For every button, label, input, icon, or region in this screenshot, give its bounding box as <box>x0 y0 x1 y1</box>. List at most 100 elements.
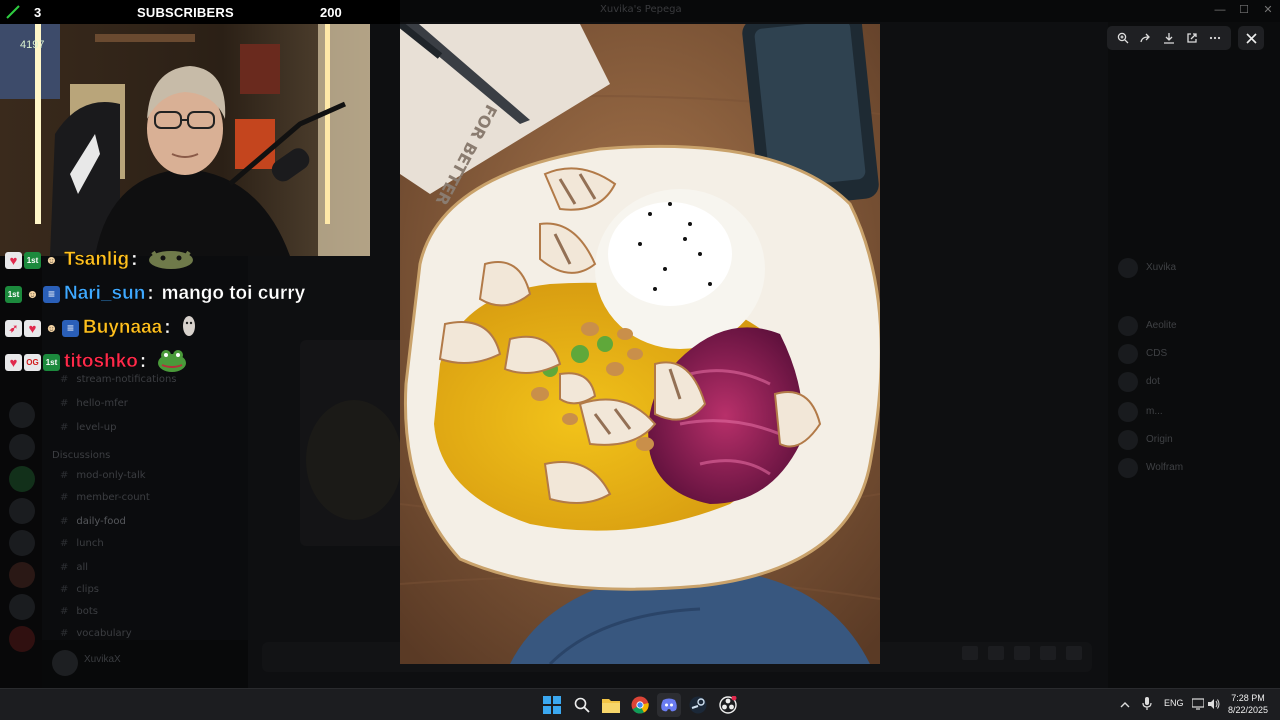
chat-colon: : <box>139 351 147 372</box>
heart-badge-icon: ♥ <box>5 251 22 269</box>
microphone-icon[interactable] <box>1142 697 1152 716</box>
og-badge-icon: OG <box>24 353 41 371</box>
user-panel: XuvikaX <box>42 640 248 688</box>
chat-colon: : <box>131 249 138 270</box>
webcam-counter: 4197 <box>20 39 44 51</box>
server-icon[interactable] <box>9 594 35 620</box>
server-icon[interactable] <box>9 626 35 652</box>
viewer-toolbar <box>1107 26 1231 50</box>
first-badge-icon: 1st <box>24 251 41 269</box>
subscriber-goal: 200 <box>320 5 342 20</box>
steam-button[interactable] <box>686 693 710 717</box>
chat-message: ♥ OG 1st titoshko : <box>5 349 188 375</box>
channel-item[interactable]: # hello-mfer <box>60 398 128 409</box>
close-window-icon[interactable]: ✕ <box>1256 0 1280 22</box>
server-icon[interactable] <box>9 562 35 588</box>
folder-icon <box>602 699 620 713</box>
language-indicator[interactable]: ENG <box>1164 698 1184 708</box>
channel-item[interactable]: # vocabulary <box>60 628 132 639</box>
rocket-badge-icon: ➶ <box>5 319 22 337</box>
zoom-icon[interactable] <box>1113 28 1133 48</box>
chat-colon: : <box>164 317 171 338</box>
webcam-feed: 4197 <box>0 24 370 256</box>
gif-icon[interactable] <box>988 646 1004 660</box>
channel-item[interactable]: # level-up <box>60 422 116 433</box>
server-icon[interactable] <box>9 434 35 460</box>
progress-slash-icon <box>6 5 20 19</box>
chat-message: ➶ ♥ ☻ ≡ Buynaaa : <box>5 315 197 341</box>
search-button[interactable] <box>570 693 594 717</box>
subscriber-label: SUBSCRIBERS <box>137 5 234 20</box>
flag-badge-icon: ≡ <box>62 319 79 337</box>
face-emote-icon <box>181 314 197 343</box>
chat-username[interactable]: Buynaaa <box>83 317 163 339</box>
chat-username[interactable]: Tsanlig <box>64 249 130 271</box>
chat-text: mango toi curry <box>161 283 306 304</box>
discord-icon <box>661 698 677 712</box>
channel-item[interactable]: # lunch <box>60 538 104 549</box>
obs-icon <box>719 696 737 714</box>
first-badge-icon: 1st <box>43 353 60 371</box>
flag-badge-icon: ≡ <box>43 285 60 303</box>
channel-category[interactable]: Discussions <box>52 450 110 461</box>
server-icon[interactable] <box>9 402 35 428</box>
channel-item[interactable]: # bots <box>60 606 98 617</box>
chat-colon: : <box>147 283 154 304</box>
frog-emote-icon <box>156 347 188 378</box>
forward-icon[interactable] <box>1136 28 1156 48</box>
user-name: XuvikaX <box>84 654 121 665</box>
viewer-image[interactable]: FOR BETTER <box>400 24 880 664</box>
maximize-icon[interactable]: ☐ <box>1232 0 1256 22</box>
heart-badge-icon: ♥ <box>24 319 41 337</box>
server-icon[interactable] <box>9 466 35 492</box>
channel-item[interactable]: # mod-only-talk <box>60 470 146 481</box>
server-icon[interactable] <box>9 530 35 556</box>
discord-button[interactable] <box>657 693 681 717</box>
volume-icon[interactable] <box>1208 697 1220 715</box>
network-icon[interactable] <box>1191 697 1205 715</box>
window-controls: — ☐ ✕ <box>1208 0 1280 22</box>
file-explorer-button[interactable] <box>599 693 623 717</box>
apps-icon[interactable] <box>1066 646 1082 660</box>
windows-icon <box>543 696 561 714</box>
channel-item[interactable]: # daily-food <box>60 516 126 527</box>
download-icon[interactable] <box>1159 28 1179 48</box>
search-icon <box>574 697 590 713</box>
sticker-icon[interactable] <box>1014 646 1030 660</box>
chat-username[interactable]: Nari_sun <box>64 283 146 305</box>
close-viewer-button[interactable] <box>1238 26 1264 50</box>
steam-icon <box>689 696 707 714</box>
close-icon <box>1245 32 1257 44</box>
obs-button[interactable] <box>716 693 740 717</box>
mask-badge-icon: ☻ <box>45 253 58 267</box>
subscriber-count: 3 <box>34 5 42 20</box>
channel-item[interactable]: # all <box>60 562 88 573</box>
minimize-icon[interactable]: — <box>1208 0 1232 22</box>
open-external-icon[interactable] <box>1182 28 1202 48</box>
avatar[interactable] <box>52 650 78 676</box>
subscriber-goal-bar: 3 SUBSCRIBERS 200 <box>0 0 400 24</box>
window-title: Xuvika's Pepega <box>600 4 682 15</box>
chat-message: ♥ 1st ☻ Tsanlig : <box>5 247 195 273</box>
chat-username[interactable]: titoshko <box>64 351 138 373</box>
gift-icon[interactable] <box>962 646 978 660</box>
server-icon[interactable] <box>9 498 35 524</box>
attachment-thumbnail-content <box>306 400 402 520</box>
chat-message: 1st ☻ ≡ Nari_sun : mango toi curry <box>5 281 305 307</box>
chrome-button[interactable] <box>628 693 652 717</box>
member-list: Xuvika Aeolite CDS dot m... Origin Wolfr… <box>1108 22 1280 688</box>
channel-item[interactable]: # clips <box>60 584 99 595</box>
mask-badge-icon: ☻ <box>26 287 39 301</box>
first-badge-icon: 1st <box>5 285 22 303</box>
more-icon[interactable] <box>1205 28 1225 48</box>
cat-emote-icon <box>147 246 195 275</box>
food-photo: FOR BETTER <box>400 24 880 664</box>
emoji-icon[interactable] <box>1040 646 1056 660</box>
heart-badge-icon: ♥ <box>5 353 22 371</box>
start-button[interactable] <box>540 693 564 717</box>
chevron-up-icon[interactable] <box>1120 697 1130 715</box>
chrome-icon <box>631 696 649 714</box>
system-clock[interactable]: 7:28 PM 8/22/2025 <box>1224 692 1272 716</box>
channel-item[interactable]: # member-count <box>60 492 150 503</box>
mask-badge-icon: ☻ <box>45 321 58 335</box>
